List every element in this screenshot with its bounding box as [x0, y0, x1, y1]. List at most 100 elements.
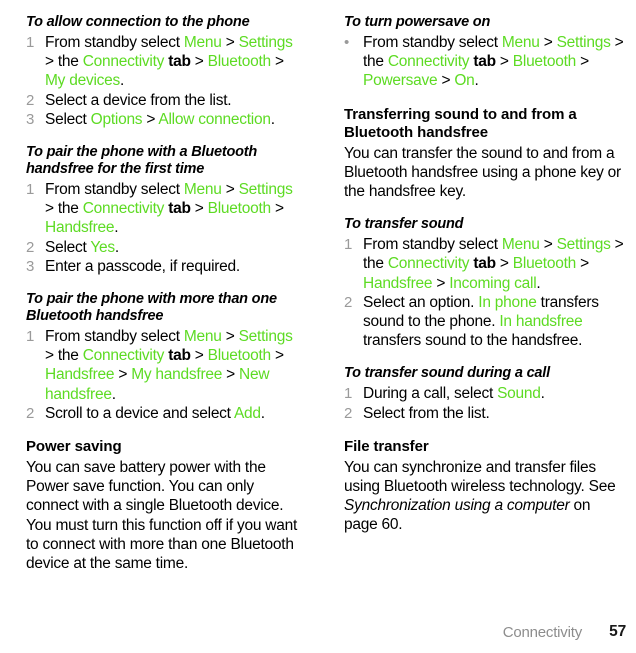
- text-run: Enter a passcode, if required.: [45, 257, 240, 275]
- menu-path-token: Bluetooth: [207, 53, 272, 71]
- text-run: >: [437, 72, 455, 90]
- section-heading: To transfer sound during a call: [344, 365, 550, 382]
- step-item: 1 During a call, select Sound.: [344, 384, 626, 403]
- step-number: 2: [344, 293, 353, 311]
- menu-path-token: Bluetooth: [512, 53, 577, 71]
- text-run: >: [221, 181, 239, 199]
- menu-path-token: My devices: [45, 72, 121, 90]
- step-item: 2 Select an option. In phone transfers so…: [344, 293, 626, 351]
- text-run: >: [270, 53, 284, 71]
- section-heading: File transfer: [344, 437, 429, 455]
- section-heading: To pair the phone with a Bluetooth hands…: [26, 144, 258, 178]
- content-section: To pair the phone with a Bluetooth hands…: [26, 144, 304, 276]
- section-heading: To pair the phone with more than one Blu…: [26, 291, 277, 325]
- text-run: Select: [45, 238, 91, 256]
- left-column: To allow connection to the phone 1 From st…: [0, 14, 318, 588]
- text-run: > the: [45, 200, 83, 218]
- text-run: transfers sound to the handsfree.: [363, 332, 583, 350]
- step-number: 2: [344, 404, 353, 422]
- step-item: 1 From standby select Menu > Settings > t…: [26, 33, 304, 91]
- text-run: .: [270, 110, 275, 128]
- text-run: .: [540, 385, 545, 403]
- text-run: .: [260, 404, 265, 422]
- text-run: tab: [469, 53, 496, 71]
- menu-path-token: Connectivity: [82, 200, 165, 218]
- menu-path-token: Powersave: [363, 72, 438, 90]
- cross-reference-title: Synchronization using a computer: [344, 497, 570, 515]
- text-run: >: [432, 274, 450, 292]
- section-heading: To transfer sound: [344, 216, 464, 233]
- text-run: > the: [45, 347, 83, 365]
- text-run: >: [114, 366, 132, 384]
- text-run: >: [222, 366, 240, 384]
- step-number: 3: [26, 257, 35, 275]
- body-paragraph: You can save battery power with the Powe…: [26, 458, 304, 573]
- menu-path-token: Handsfree: [45, 219, 115, 237]
- step-number: 1: [344, 385, 353, 403]
- step-item: 1 From standby select Menu > Settings > t…: [26, 327, 304, 404]
- text-run: .: [114, 219, 119, 237]
- section-heading: To allow connection to the phone: [26, 14, 250, 30]
- menu-path-token: Handsfree: [363, 274, 433, 292]
- text-run: >: [539, 34, 557, 51]
- step-number: 1: [26, 34, 35, 51]
- text-run: .: [111, 385, 116, 403]
- two-column-body: To allow connection to the phone 1 From st…: [0, 0, 636, 588]
- content-section: To allow connection to the phone 1 From st…: [26, 14, 304, 129]
- text-run: >: [142, 110, 159, 128]
- footer-section-name: Connectivity: [502, 623, 583, 641]
- text-run: >: [221, 34, 239, 51]
- menu-path-token: Menu: [183, 181, 222, 199]
- menu-path-token: Yes: [90, 238, 115, 256]
- step-number: 1: [26, 181, 35, 199]
- step-list: 1 From standby select Menu > Settings > t…: [344, 235, 626, 350]
- section-heading: Transferring sound to and from a Bluetoo…: [344, 105, 577, 141]
- step-list: 1 From standby select Menu > Settings > t…: [26, 33, 304, 129]
- step-number: 1: [26, 328, 35, 346]
- menu-path-token: Settings: [556, 34, 611, 51]
- content-section: Power saving You can save battery power w…: [26, 438, 304, 573]
- text-run: .: [114, 238, 119, 256]
- text-run: >: [270, 347, 284, 365]
- step-item: 3 Select Options > Allow connection.: [26, 110, 304, 129]
- menu-path-token: Settings: [556, 236, 611, 254]
- text-run: >: [190, 347, 208, 365]
- menu-path-token: Connectivity: [387, 255, 470, 273]
- text-run: >: [576, 255, 589, 273]
- text-run: tab: [469, 255, 496, 273]
- menu-path-token: Sound: [497, 385, 541, 403]
- bullet-marker: •: [344, 34, 350, 51]
- text-run: .: [536, 274, 541, 292]
- step-item: 2 Select a device from the list.: [26, 91, 304, 110]
- menu-path-token: Menu: [183, 34, 222, 51]
- step-number: 2: [26, 238, 35, 256]
- text-run: From standby select: [45, 34, 184, 51]
- menu-path-token: Bluetooth: [207, 200, 272, 218]
- step-number: 1: [344, 236, 353, 254]
- step-item: 2 Select from the list.: [344, 404, 626, 423]
- text-run: .: [474, 72, 479, 90]
- content-section: Transferring sound to and from a Bluetoo…: [344, 106, 626, 202]
- menu-path-token: Settings: [238, 34, 293, 51]
- step-item: 1 From standby select Menu > Settings > t…: [344, 235, 626, 293]
- step-number: 2: [26, 404, 35, 422]
- text-run: >: [221, 328, 239, 346]
- section-heading: Power saving: [26, 438, 122, 456]
- menu-path-token: Incoming call: [449, 274, 537, 292]
- body-paragraph: You can transfer the sound to and from a…: [344, 144, 626, 202]
- text-run: Scroll to a device and select: [45, 404, 234, 422]
- text-run: You can synchronize and transfer files u…: [344, 458, 616, 496]
- step-item: 3 Enter a passcode, if required.: [26, 257, 304, 276]
- text-run: From standby select: [45, 328, 184, 346]
- menu-path-token: Add: [233, 404, 261, 422]
- menu-path-token: Connectivity: [82, 53, 165, 71]
- text-run: tab: [164, 53, 191, 71]
- step-number: 2: [26, 91, 35, 109]
- body-paragraph: You can synchronize and transfer files u…: [344, 458, 626, 535]
- menu-path-token: Menu: [183, 328, 222, 346]
- content-section: To transfer sound 1 From standby select Me…: [344, 216, 626, 350]
- menu-path-token: Settings: [238, 181, 293, 199]
- text-run: From standby select: [45, 181, 184, 199]
- content-section: To transfer sound during a call 1 During a…: [344, 365, 626, 422]
- text-run: Select: [45, 110, 91, 128]
